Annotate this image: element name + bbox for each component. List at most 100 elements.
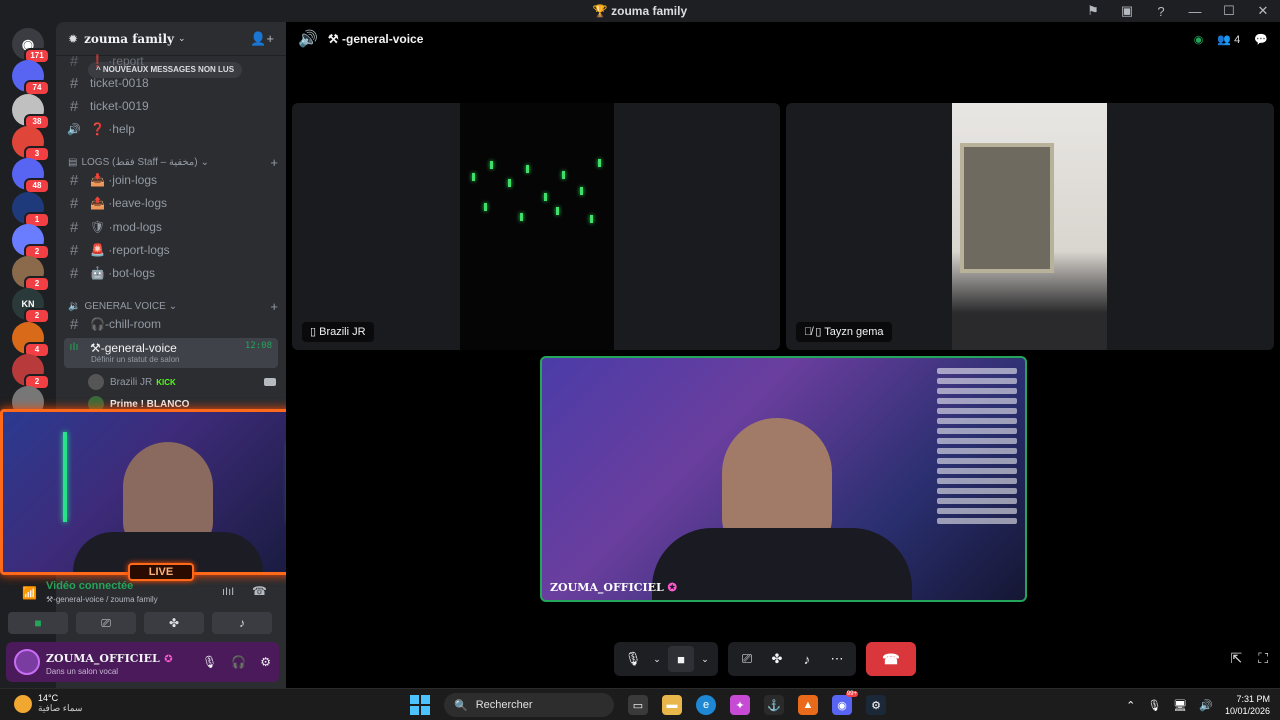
disconnect-icon[interactable]: ☎ <box>252 584 267 598</box>
server-icon[interactable]: 2 <box>12 224 50 260</box>
pop-out-icon[interactable]: ⇱ <box>1230 650 1242 667</box>
keyboard-light <box>544 193 547 201</box>
help-icon[interactable]: ? <box>1144 4 1178 19</box>
task-view-icon[interactable]: ▭ <box>628 695 648 715</box>
clock[interactable]: 7:31 PM 10/01/2026 <box>1225 693 1270 717</box>
volume-icon[interactable]: 🔊 <box>1199 699 1213 712</box>
server-icon[interactable]: 74 <box>12 60 50 96</box>
share-screen-button[interactable]: ⎚ <box>734 646 760 672</box>
trophy-icon: 🏆 <box>592 4 608 18</box>
invite-member-icon[interactable]: 👤+ <box>250 31 274 47</box>
chat-line <box>937 518 1017 524</box>
server-icon[interactable]: 1 <box>12 192 50 228</box>
server-icon[interactable]: 2 <box>12 354 50 390</box>
keyboard-video <box>460 103 614 350</box>
microphone-icon[interactable]: 🎙 <box>202 655 217 669</box>
hash-icon: # <box>69 74 79 92</box>
channel-mod-logs[interactable]: # 🛡 · mod-logs <box>64 216 278 238</box>
voice-header: 🔊 ⚒ -general-voice ◉ 👥 4 💬 <box>286 22 1280 56</box>
channel-help[interactable]: 🔊 ❓ · help <box>64 118 278 140</box>
camera-options-chevron[interactable]: ⌄ <box>698 646 712 672</box>
discord-taskbar-icon[interactable]: ◉ 99+ <box>832 691 858 715</box>
channel-join-logs[interactable]: # 📥 · join-logs <box>64 169 278 191</box>
noise-suppression-icon[interactable]: ıIıI <box>222 586 234 598</box>
vlc-icon[interactable]: ▲ <box>798 695 818 715</box>
voice-channel-path[interactable]: ⚒-general-voice / zouma family <box>46 595 158 604</box>
direct-messages-button[interactable]: ◉ 171 <box>12 28 50 64</box>
category-logs[interactable]: ▤ LOGS (فقط Staff – مخفية) ⌄ + <box>68 155 278 170</box>
server-icon[interactable]: 4 <box>12 322 50 358</box>
microphone-icon: 🎙 <box>624 651 642 666</box>
minimize-button[interactable]: — <box>1178 4 1212 19</box>
server-icon[interactable]: 48 <box>12 158 50 194</box>
channel-status[interactable]: Définir un statut de salon <box>91 355 180 364</box>
inbox-icon[interactable]: ▣ <box>1110 3 1144 19</box>
share-screen-button[interactable]: ⎚ <box>76 612 136 634</box>
add-channel-icon[interactable]: + <box>270 299 278 314</box>
chat-line <box>937 488 1017 494</box>
channel-leave-logs[interactable]: # 📤 · leave-logs <box>64 192 278 214</box>
flag-icon[interactable]: ⚑ <box>1076 3 1110 19</box>
chevron-up-icon[interactable]: ⌃ <box>1126 699 1135 712</box>
channel-ticket-0018[interactable]: # ticket-0018 <box>64 72 278 94</box>
app-icon[interactable]: ⚓ <box>764 695 784 715</box>
mic-options-chevron[interactable]: ⌄ <box>650 646 664 672</box>
user-panel[interactable]: ZOUMA_OFFICIEL ✪ Dans un salon vocal 🎙 🎧… <box>6 642 279 682</box>
category-general-voice[interactable]: 🔉 GENERAL VOICE ⌄ + <box>68 299 278 314</box>
close-button[interactable]: ✕ <box>1246 3 1280 19</box>
edge-icon[interactable]: e <box>696 695 716 715</box>
video-tile[interactable]: ▯ Brazili JR <box>292 103 780 350</box>
hang-up-icon: ☎ <box>882 650 900 667</box>
voice-user[interactable]: Brazili JR KICK <box>88 372 278 392</box>
settings-gear-icon[interactable]: ⚙ <box>260 655 271 669</box>
server-icon[interactable]: KN 2 <box>12 288 50 324</box>
add-channel-icon[interactable]: + <box>270 155 278 170</box>
soundboard-button[interactable]: ♪ <box>794 646 820 672</box>
headphones-icon[interactable]: 🎧 <box>231 655 246 669</box>
video-tile[interactable]: 🎙̸ ▯ Tayzn gema <box>786 103 1274 350</box>
channel-bot-logs[interactable]: # 🤖 · bot-logs <box>64 262 278 284</box>
members-button[interactable]: 👥 4 <box>1217 33 1240 46</box>
channel-general-voice[interactable]: ıIı ⚒ -general-voice 12:08 Définir un st… <box>64 338 278 368</box>
maximize-button[interactable]: ☐ <box>1212 3 1246 19</box>
camera-toggle-button[interactable]: ■ <box>8 612 68 634</box>
microphone-icon[interactable]: 🎙 <box>1147 699 1161 712</box>
server-icon[interactable]: 2 <box>12 256 50 292</box>
focused-video-tile[interactable]: ZOUMA_OFFICIEL ✪ <box>540 356 1027 602</box>
microphone-button[interactable]: 🎙 <box>620 646 646 672</box>
activity-icon[interactable]: ◉ <box>1194 33 1204 46</box>
weather-widget[interactable]: 14°C سماء صافية <box>14 693 82 714</box>
server-icon[interactable]: 3 <box>12 126 50 162</box>
hash-icon: # <box>69 52 79 70</box>
steam-icon[interactable]: ⚙ <box>866 695 886 715</box>
taskbar-apps: 🔍 Rechercher ▭ ▬ e ✦ ⚓ ▲ ◉ 99+ ⚙ <box>410 691 886 717</box>
user-avatar[interactable] <box>14 649 40 675</box>
fullscreen-icon[interactable]: ⛶ <box>1258 650 1268 667</box>
voice-status: Vidéo connectée <box>46 580 134 592</box>
signal-icon[interactable]: 📶 <box>22 586 37 600</box>
chat-icon[interactable]: 💬 <box>1254 33 1268 46</box>
server-icon[interactable]: 38 <box>12 94 50 130</box>
more-options-button[interactable]: ⋯ <box>824 646 850 672</box>
file-explorer-icon[interactable]: ▬ <box>662 695 682 715</box>
activities-button[interactable]: ✤ <box>144 612 204 634</box>
channel-chill-room[interactable]: # 🎧 -chill-room <box>64 313 278 335</box>
chat-line <box>937 468 1017 474</box>
channel-report-logs[interactable]: # 🚨 · report-logs <box>64 239 278 261</box>
channel-ticket-0019[interactable]: # ticket-0019 <box>64 95 278 117</box>
leave-call-button[interactable]: ☎ <box>866 642 916 676</box>
channel-report[interactable]: # ❗ · report <box>64 50 278 72</box>
taskbar-search[interactable]: 🔍 Rechercher <box>444 693 614 717</box>
copilot-icon[interactable]: ✦ <box>730 695 750 715</box>
soundboard-button[interactable]: ♪ <box>212 612 272 634</box>
camera-button[interactable]: ■ <box>668 646 694 672</box>
chat-line <box>937 408 1017 414</box>
chat-line <box>937 448 1017 454</box>
activities-button[interactable]: ✤ <box>764 646 790 672</box>
chevron-down-icon: ⌄ <box>653 653 661 664</box>
soundboard-icon: ♪ <box>803 651 811 667</box>
windows-start-icon[interactable] <box>410 695 430 715</box>
network-icon[interactable]: 🖥 <box>1173 699 1187 712</box>
hammer-icon: ⚒ <box>327 32 339 46</box>
hash-icon: # <box>69 241 79 259</box>
